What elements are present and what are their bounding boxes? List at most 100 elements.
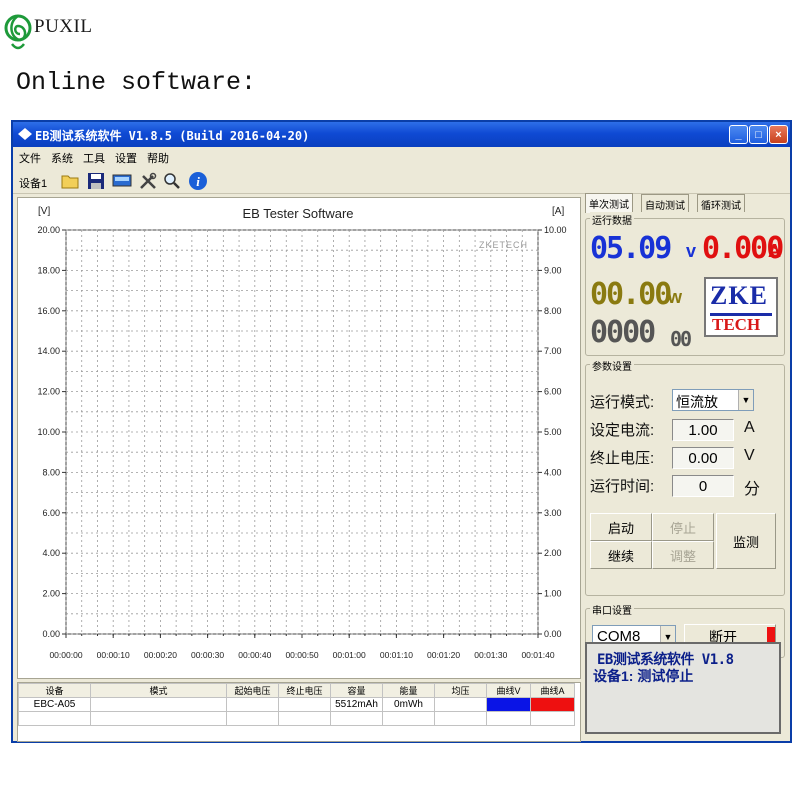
menu-help[interactable]: 帮助 (147, 150, 169, 166)
title-bar[interactable]: EB测试系统软件 V1.8.5 (Build 2016-04-20) _ □ × (13, 122, 790, 147)
chart-title: EB Tester Software (242, 206, 353, 221)
empty-cell (226, 711, 279, 726)
empty-cell (434, 711, 487, 726)
run-time-field[interactable]: 0 (672, 475, 734, 497)
col-average-voltage[interactable]: 均压 (434, 683, 487, 698)
curve-v-color-swatch[interactable] (486, 697, 531, 712)
window-title: EB测试系统软件 V1.8.5 (Build 2016-04-20) (35, 129, 310, 143)
right-tick-label: 2.00 (544, 548, 562, 558)
x-tick-label: 00:01:10 (380, 650, 413, 660)
voltage-current-chart: 0.00 2.00 4.00 6.00 8.00 10.00 12.00 14.00 16.00… (37, 206, 566, 660)
col-end-voltage[interactable]: 终止电压 (278, 683, 331, 698)
col-mode[interactable]: 模式 (90, 683, 227, 698)
right-tick-label: 6.00 (544, 387, 562, 397)
col-curve-a[interactable]: 曲线A (530, 683, 575, 698)
mode-value: 恒流放 (676, 394, 718, 410)
maximize-button[interactable]: □ (749, 125, 768, 144)
serial-port-label: 串口设置 (590, 602, 634, 617)
app-icon (18, 128, 32, 140)
zoom-icon[interactable] (161, 170, 183, 192)
save-icon[interactable] (85, 170, 107, 192)
right-tick-label: 9.00 (544, 265, 562, 275)
left-tick-label: 20.00 (37, 225, 60, 235)
tab-loop-test[interactable]: 循环测试 (697, 194, 745, 212)
info-icon[interactable]: i (187, 170, 209, 192)
left-tick-label: 10.00 (37, 427, 60, 437)
minimize-button[interactable]: _ (729, 125, 748, 144)
time-readout-seconds: 00 (670, 327, 692, 351)
continue-button[interactable]: 继续 (590, 541, 652, 569)
current-unit: A (768, 241, 781, 261)
start-button[interactable]: 启动 (590, 513, 652, 541)
device-selector[interactable]: 设备1 (19, 175, 47, 191)
online-software-caption: Online software: (16, 68, 257, 97)
voltage-readout: 05.09 (590, 231, 672, 266)
app-window: EB测试系统软件 V1.8.5 (Build 2016-04-20) _ □ ×… (11, 120, 792, 743)
parameter-label: 参数设置 (590, 358, 634, 373)
run-time-label: 运行时间: (590, 478, 655, 495)
table-row[interactable] (18, 711, 575, 726)
folder-open-icon[interactable] (59, 170, 81, 192)
x-tick-label: 00:00:00 (49, 650, 82, 660)
cell-device: EBC-A05 (18, 697, 91, 712)
menu-tools[interactable]: 工具 (83, 150, 105, 166)
menu-bar: 文件 系统 工具 设置 帮助 (13, 147, 790, 167)
right-tick-label: 4.00 (544, 467, 562, 477)
cutoff-voltage-field[interactable]: 0.00 (672, 447, 734, 469)
cell-average-voltage (434, 697, 487, 712)
tab-auto-test[interactable]: 自动测试 (641, 194, 689, 212)
col-start-voltage[interactable]: 起始电压 (226, 683, 279, 698)
power-unit: w (668, 287, 683, 307)
cell-capacity: 5512mAh (330, 697, 383, 712)
menu-settings[interactable]: 设置 (115, 150, 137, 166)
cell-end-voltage (278, 697, 331, 712)
left-tick-label: 14.00 (37, 346, 60, 356)
run-time-unit: 分 (744, 481, 761, 498)
empty-cell (18, 711, 91, 726)
left-tick-label: 12.00 (37, 387, 60, 397)
right-axis-unit: [A] (552, 206, 564, 217)
voltage-unit: v (686, 241, 697, 261)
parameter-group: 参数设置 运行模式: 恒流放 ▼ 设定电流: 1.00 A 终止电压: 0.00… (585, 358, 785, 596)
x-tick-label: 00:00:50 (285, 650, 318, 660)
puxil-logo (4, 14, 32, 50)
zketech-logo: ZKE TECH (704, 277, 778, 337)
run-data-label: 运行数据 (590, 212, 634, 227)
stop-button[interactable]: 停止 (652, 513, 714, 541)
chart-grid (65, 229, 539, 635)
set-current-label: 设定电流: (590, 422, 655, 439)
cutoff-voltage-unit: V (744, 447, 755, 464)
col-capacity[interactable]: 容量 (330, 683, 383, 698)
tab-single-test[interactable]: 单次测试 (585, 193, 633, 213)
empty-cell (530, 711, 575, 726)
chevron-down-icon[interactable]: ▼ (738, 390, 753, 410)
empty-cell (90, 711, 227, 726)
chart-watermark: ZKETECH (479, 240, 528, 250)
mode-select[interactable]: 恒流放 ▼ (672, 389, 754, 411)
right-tick-label: 5.00 (544, 427, 562, 437)
cutoff-voltage-label: 终止电压: (590, 450, 655, 467)
curve-a-color-swatch[interactable] (530, 697, 575, 712)
tech-logo-text: TECH (712, 315, 761, 334)
monitor-icon[interactable] (111, 170, 133, 192)
col-energy[interactable]: 能量 (382, 683, 435, 698)
table-header-row: 设备 模式 起始电压 终止电压 容量 能量 均压 曲线V 曲线A (18, 683, 575, 698)
tools-icon[interactable] (137, 170, 159, 192)
table-row[interactable]: EBC-A05 5512mAh 0mWh (18, 697, 575, 712)
right-tick-label: 8.00 (544, 306, 562, 316)
close-button[interactable]: × (769, 125, 788, 144)
col-curve-v[interactable]: 曲线V (486, 683, 531, 698)
right-tick-label: 7.00 (544, 346, 562, 356)
col-device[interactable]: 设备 (18, 683, 91, 698)
monitor-button[interactable]: 监测 (716, 513, 776, 569)
empty-cell (486, 711, 531, 726)
menu-file[interactable]: 文件 (19, 150, 41, 166)
set-current-field[interactable]: 1.00 (672, 419, 734, 441)
menu-system[interactable]: 系统 (51, 150, 73, 166)
brand-name: PUXIL (34, 16, 93, 37)
x-tick-label: 00:00:30 (191, 650, 224, 660)
status-message: 设备1: 测试停止 (593, 668, 694, 684)
toolbar: 设备1 i (13, 168, 790, 194)
x-tick-label: 00:01:40 (521, 650, 554, 660)
adjust-button[interactable]: 调整 (652, 541, 714, 569)
